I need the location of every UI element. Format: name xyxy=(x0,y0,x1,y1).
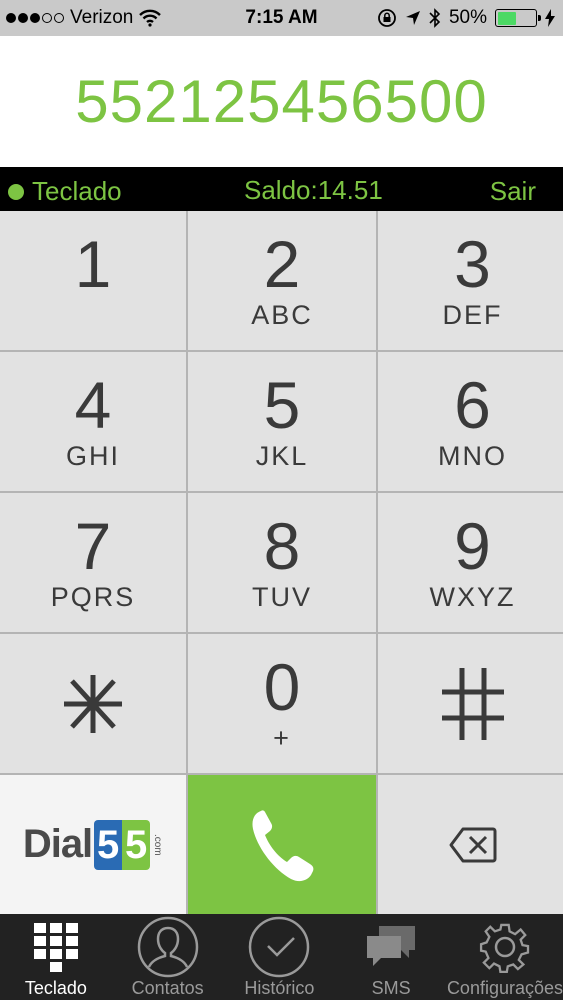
key-letters: JKL xyxy=(255,440,309,471)
key-9[interactable]: 9 WXYZ xyxy=(378,493,563,632)
info-bar: Teclado Saldo:14.51 Sair xyxy=(0,167,563,211)
key-digit: 9 xyxy=(454,508,491,583)
tab-historico[interactable]: Histórico xyxy=(223,914,335,1000)
key-digit: 3 xyxy=(454,226,491,301)
key-0[interactable]: 0 + xyxy=(188,634,376,773)
keypad: 1 2 ABC 3 DEF 4 GHI 5 JKL 6 MNO 7 PQRS 8… xyxy=(0,211,563,914)
logout-button[interactable]: Sair xyxy=(490,176,536,207)
current-tab-indicator: Teclado xyxy=(8,176,122,207)
number-display: 552125456500 xyxy=(0,36,563,167)
bluetooth-icon xyxy=(429,8,441,28)
logo-text: Dial xyxy=(22,822,93,866)
current-tab-label: Teclado xyxy=(32,176,122,206)
tab-contatos[interactable]: Contatos xyxy=(112,914,224,1000)
tab-label: Histórico xyxy=(244,978,315,998)
key-digit: 4 xyxy=(74,367,112,442)
logo-wrap: Dial 5 5 .com xyxy=(22,819,164,870)
battery-percent: 50% xyxy=(448,7,487,28)
key-star[interactable] xyxy=(0,634,186,773)
key-digit: 1 xyxy=(74,226,112,301)
key-hash[interactable] xyxy=(378,634,563,773)
backspace-button[interactable] xyxy=(378,775,563,914)
key-digit: 8 xyxy=(263,508,301,583)
key-4[interactable]: 4 GHI xyxy=(0,352,186,491)
backspace-icon xyxy=(449,827,496,862)
tab-label: Configurações xyxy=(446,978,563,998)
tab-label: SMS xyxy=(371,978,411,998)
key-8[interactable]: 8 TUV xyxy=(188,493,376,632)
tab-label: Contatos xyxy=(131,978,204,998)
key-7[interactable]: 7 PQRS xyxy=(0,493,186,632)
key-letters: DEF xyxy=(442,299,503,330)
battery-icon xyxy=(495,9,541,27)
asterisk-icon xyxy=(64,674,122,733)
charging-bolt-icon xyxy=(545,9,555,27)
key-digit: 7 xyxy=(74,508,112,583)
status-dot-icon xyxy=(8,183,24,200)
tab-configuracoes[interactable]: Configurações xyxy=(447,914,563,1000)
logo-number-1: 5 xyxy=(94,819,123,870)
key-1[interactable]: 1 xyxy=(0,211,186,350)
key-letters: MNO xyxy=(438,440,507,471)
key-digit: 0 xyxy=(263,649,301,724)
dial55-logo: Dial 5 5 .com xyxy=(0,775,186,914)
person-icon xyxy=(137,916,198,978)
dialed-number: 552125456500 xyxy=(75,68,488,135)
hash-icon xyxy=(441,667,504,740)
key-letters: ABC xyxy=(251,299,313,330)
key-digit: 5 xyxy=(263,367,301,442)
key-letters: PQRS xyxy=(50,581,136,612)
keypad-grid-icon xyxy=(33,923,78,972)
tab-sms[interactable]: SMS xyxy=(335,914,447,1000)
rotation-lock-icon xyxy=(378,9,396,27)
logo-number-box: 5 5 xyxy=(94,819,151,870)
clock-icon xyxy=(249,916,310,978)
location-arrow-icon xyxy=(405,11,420,25)
key-letters: TUV xyxy=(252,581,312,612)
logo-suffix: .com xyxy=(152,833,164,856)
key-letters: WXYZ xyxy=(429,581,516,612)
tab-teclado[interactable]: Teclado xyxy=(0,914,112,1000)
tab-label: Teclado xyxy=(24,978,87,998)
logo-number-2: 5 xyxy=(122,819,151,870)
key-digit: 6 xyxy=(454,367,491,442)
tab-bar: Teclado Contatos Histórico SMS Configura… xyxy=(0,914,563,1000)
key-letters: + xyxy=(273,722,291,753)
balance-label: Saldo:14.51 xyxy=(244,175,383,205)
key-2[interactable]: 2 ABC xyxy=(188,211,376,350)
gear-icon xyxy=(479,923,530,973)
key-5[interactable]: 5 JKL xyxy=(188,352,376,491)
chat-bubbles-icon xyxy=(367,926,416,966)
key-letters: GHI xyxy=(65,440,120,471)
key-digit: 2 xyxy=(263,226,301,301)
status-bar: Verizon 7:15 AM 50% xyxy=(0,0,563,36)
key-3[interactable]: 3 DEF xyxy=(378,211,563,350)
status-right: 50% xyxy=(377,7,555,29)
call-button[interactable] xyxy=(188,775,376,914)
phone-icon xyxy=(252,809,314,881)
key-6[interactable]: 6 MNO xyxy=(378,352,563,491)
